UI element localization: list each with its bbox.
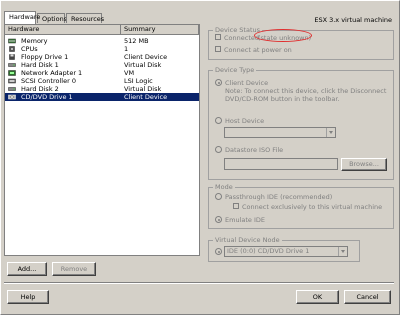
hardware-summary: VM (124, 69, 135, 77)
hardware-name: Floppy Drive 1 (21, 53, 69, 61)
hardware-name: CPUs (21, 45, 38, 53)
hardware-row-network-adapter[interactable]: Network Adapter 1 VM (5, 69, 199, 77)
highlight-ellipse (254, 29, 312, 42)
hardware-list[interactable]: Hardware Summary Memory 512 MB CPUs 1 Fl… (4, 24, 200, 256)
hardware-summary: Client Device (124, 53, 168, 61)
tab-resources[interactable]: Resources (66, 13, 104, 23)
footer-divider (4, 282, 394, 284)
tab-options[interactable]: Options (37, 13, 67, 23)
virtual-device-node-title: Virtual Device Node (213, 236, 282, 244)
emulate-ide-radio[interactable] (215, 216, 222, 223)
cdrom-icon (8, 94, 16, 100)
hardware-summary: LSI Logic (124, 77, 153, 85)
hardware-name: CD/DVD Drive 1 (21, 93, 73, 101)
network-icon (8, 70, 16, 76)
virtual-device-node-radio[interactable] (215, 248, 222, 255)
hard-disk-icon (8, 63, 16, 67)
hardware-name: Memory (21, 37, 48, 45)
chevron-down-icon[interactable] (338, 247, 347, 256)
hardware-row-memory[interactable]: Memory 512 MB (5, 37, 199, 45)
chevron-down-icon[interactable] (326, 128, 335, 137)
tab-hardware[interactable]: Hardware (4, 11, 40, 24)
client-device-note-2: DVD/CD-ROM button in the toolbar. (225, 95, 340, 103)
host-device-label: Host Device (225, 117, 265, 125)
hardware-list-header: Hardware Summary (5, 25, 199, 35)
iso-path-input[interactable] (224, 158, 338, 170)
datastore-iso-radio[interactable] (215, 146, 222, 153)
hardware-summary: 512 MB (124, 37, 149, 45)
column-header-summary[interactable]: Summary (121, 25, 199, 35)
emulate-ide-label: Emulate IDE (225, 216, 265, 224)
client-device-radio[interactable] (215, 79, 222, 86)
column-header-hardware[interactable]: Hardware (5, 25, 121, 35)
hardware-row-cpus[interactable]: CPUs 1 (5, 45, 199, 53)
browse-button[interactable]: Browse... (341, 158, 387, 171)
vm-version-label: ESX 3.x virtual machine (314, 16, 392, 24)
host-device-radio[interactable] (215, 117, 222, 124)
connected-checkbox[interactable] (215, 34, 221, 40)
remove-button[interactable]: Remove (52, 262, 96, 276)
memory-icon (8, 38, 16, 44)
ok-button[interactable]: OK (296, 290, 339, 304)
scsi-icon (8, 78, 16, 84)
virtual-device-node-dropdown[interactable]: IDE (0:0) CD/DVD Drive 1 (224, 246, 348, 257)
hardware-summary: 1 (124, 45, 129, 53)
hardware-row-floppy[interactable]: Floppy Drive 1 Client Device (5, 53, 199, 61)
client-device-note: Note: To connect this device, click the … (225, 87, 387, 95)
passthrough-ide-label: Passthrough IDE (recommended) (225, 193, 333, 201)
hardware-row-scsi-controller[interactable]: SCSI Controller 0 LSI Logic (5, 77, 199, 85)
hardware-name: Network Adapter 1 (21, 69, 83, 77)
hardware-row-cdrom[interactable]: CD/DVD Drive 1 Client Device (5, 93, 199, 101)
hardware-name: Hard Disk 1 (21, 61, 59, 69)
virtual-device-node-value: IDE (0:0) CD/DVD Drive 1 (227, 247, 310, 255)
cpu-icon (9, 46, 15, 52)
floppy-icon (9, 54, 15, 60)
passthrough-ide-radio[interactable] (215, 193, 222, 200)
connect-at-power-on-label: Connect at power on (224, 46, 292, 54)
help-button[interactable]: Help (7, 290, 49, 304)
hardware-summary: Client Device (124, 93, 168, 101)
hard-disk-icon (8, 87, 16, 91)
cancel-button[interactable]: Cancel (344, 290, 391, 304)
connect-exclusively-checkbox[interactable] (233, 203, 239, 209)
hardware-summary: Virtual Disk (124, 61, 162, 69)
hardware-summary: Virtual Disk (124, 85, 162, 93)
connect-at-power-on-checkbox[interactable] (215, 46, 221, 52)
add-button[interactable]: Add... (7, 262, 47, 276)
host-device-dropdown[interactable] (224, 127, 336, 138)
datastore-iso-label: Datastore ISO File (225, 146, 284, 154)
mode-title: Mode (213, 183, 235, 191)
client-device-label: Client Device (225, 79, 269, 87)
hardware-row-hard-disk-2[interactable]: Hard Disk 2 Virtual Disk (5, 85, 199, 93)
connect-exclusively-label: Connect exclusively to this virtual mach… (242, 203, 383, 211)
hardware-row-hard-disk-1[interactable]: Hard Disk 1 Virtual Disk (5, 61, 199, 69)
hardware-name: SCSI Controller 0 (21, 77, 76, 85)
device-type-title: Device Type (213, 66, 257, 74)
hardware-name: Hard Disk 2 (21, 85, 59, 93)
